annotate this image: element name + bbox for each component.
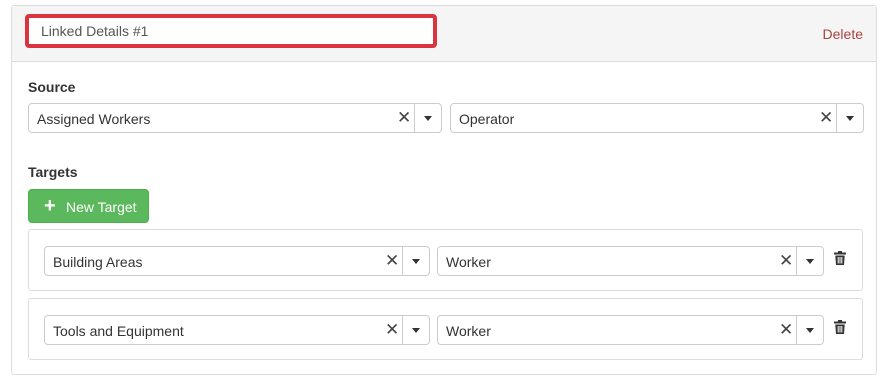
source-field-select[interactable]: Operator ✕	[450, 103, 864, 133]
dropdown-toggle[interactable]	[796, 247, 823, 275]
target-entity-select[interactable]: Building Areas ✕	[44, 246, 430, 276]
source-entity-select[interactable]: Assigned Workers ✕	[28, 103, 442, 133]
dropdown-toggle[interactable]	[796, 316, 823, 344]
target-field-value: Worker	[446, 254, 491, 270]
clear-icon[interactable]: ✕	[385, 321, 399, 338]
chevron-down-icon	[424, 116, 432, 121]
target-row: Building Areas ✕ Worker ✕	[28, 229, 863, 291]
target-field-select[interactable]: Worker ✕	[437, 315, 824, 345]
trash-icon[interactable]	[834, 320, 846, 334]
linked-details-name-input[interactable]	[25, 14, 437, 48]
target-entity-value: Tools and Equipment	[53, 323, 184, 339]
clear-icon[interactable]: ✕	[819, 109, 833, 126]
delete-link[interactable]: Delete	[823, 26, 863, 42]
chevron-down-icon	[806, 328, 814, 333]
targets-label: Targets	[28, 164, 78, 180]
clear-icon[interactable]: ✕	[779, 321, 793, 338]
target-field-value: Worker	[446, 323, 491, 339]
dropdown-toggle[interactable]	[402, 316, 429, 344]
chevron-down-icon	[412, 259, 420, 264]
target-entity-select[interactable]: Tools and Equipment ✕	[44, 315, 430, 345]
new-target-button[interactable]: + New Target	[28, 189, 149, 223]
clear-icon[interactable]: ✕	[779, 252, 793, 269]
clear-icon[interactable]: ✕	[385, 252, 399, 269]
source-field-value: Operator	[459, 111, 515, 127]
chevron-down-icon	[412, 328, 420, 333]
source-label: Source	[28, 79, 76, 95]
dropdown-toggle[interactable]	[836, 104, 863, 132]
new-target-label: New Target	[66, 199, 137, 215]
trash-icon[interactable]	[834, 251, 846, 265]
target-field-select[interactable]: Worker ✕	[437, 246, 824, 276]
dropdown-toggle[interactable]	[402, 247, 429, 275]
target-row: Tools and Equipment ✕ Worker ✕	[28, 298, 863, 360]
dropdown-toggle[interactable]	[414, 104, 441, 132]
clear-icon[interactable]: ✕	[397, 109, 411, 126]
target-entity-value: Building Areas	[53, 254, 143, 270]
chevron-down-icon	[806, 259, 814, 264]
plus-icon: +	[44, 195, 56, 217]
linked-details-panel: Delete Source Assigned Workers ✕ Operato…	[11, 5, 877, 375]
panel-header: Delete	[12, 6, 876, 62]
chevron-down-icon	[846, 116, 854, 121]
source-entity-value: Assigned Workers	[37, 111, 151, 127]
